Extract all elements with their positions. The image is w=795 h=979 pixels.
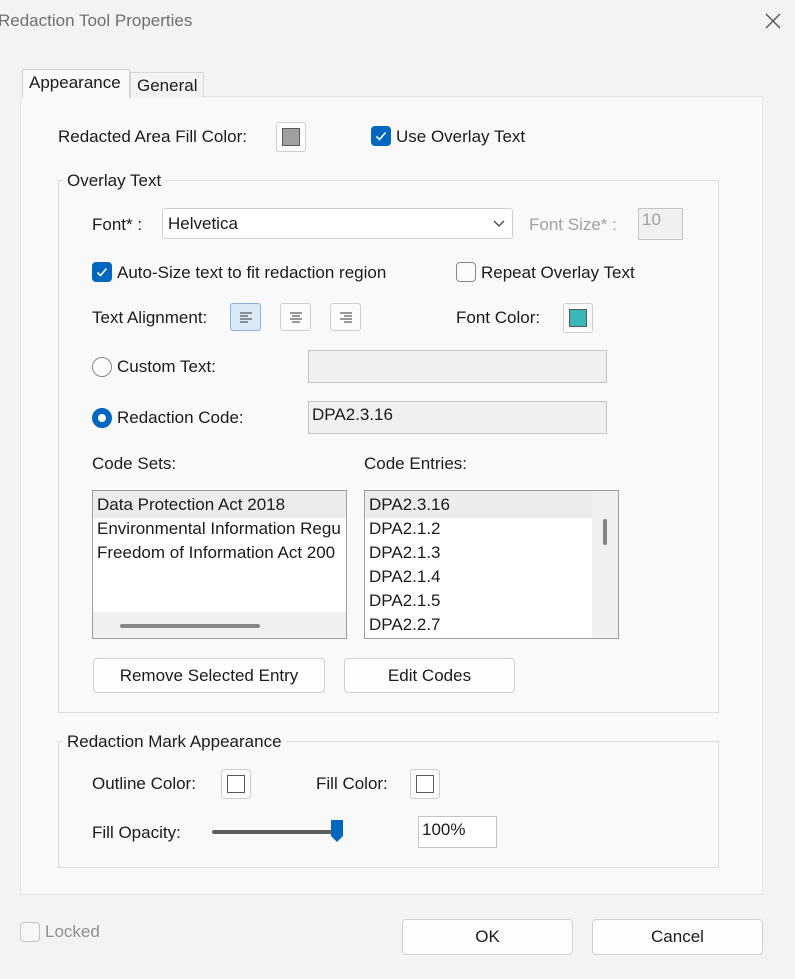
code-entries-label: Code Entries: [364,454,467,473]
custom-text-radio[interactable] [92,357,112,377]
custom-text-label: Custom Text: [117,357,216,376]
remove-selected-entry-button[interactable]: Remove Selected Entry [93,658,325,693]
align-right-button[interactable] [330,303,361,331]
outline-color-swatch [227,775,245,793]
chevron-down-icon [493,220,505,227]
vertical-scrollbar[interactable] [592,491,618,638]
autosize-checkbox[interactable] [92,262,112,282]
font-size-input[interactable]: 10 [638,208,683,240]
horizontal-scrollbar[interactable] [93,612,346,638]
redaction-code-input[interactable]: DPA2.3.16 [308,401,607,434]
align-left-button[interactable] [230,303,261,331]
font-label: Font* : [92,215,143,234]
autosize-label: Auto-Size text to fit redaction region [117,263,387,282]
overlay-text-group-title: Overlay Text [63,171,166,191]
slider-thumb[interactable] [330,819,344,843]
align-center-button[interactable] [280,303,311,331]
code-entries-list[interactable]: DPA2.3.16 DPA2.1.2 DPA2.1.3 DPA2.1.4 DPA… [364,490,619,639]
list-item[interactable]: Freedom of Information Act 200 [97,541,335,565]
align-center-icon [289,312,302,323]
redaction-code-label: Redaction Code: [117,408,244,427]
outline-color-label: Outline Color: [92,774,196,793]
scrollbar-thumb[interactable] [603,519,607,545]
code-sets-label: Code Sets: [92,454,177,473]
list-item[interactable]: DPA2.2.7 [369,613,441,637]
repeat-overlay-checkbox[interactable] [456,262,476,282]
repeat-overlay-label: Repeat Overlay Text [481,263,635,282]
list-item[interactable]: DPA2.1.5 [369,589,441,613]
check-icon [96,267,108,277]
fill-opacity-input[interactable]: 100% [418,816,497,848]
redaction-mark-group [58,741,719,868]
edit-codes-button[interactable]: Edit Codes [344,658,515,693]
font-color-button[interactable] [563,303,593,333]
title-bar: Redaction Tool Properties [0,0,795,44]
tab-appearance[interactable]: Appearance [22,69,130,98]
mark-fill-color-swatch [416,775,434,793]
fill-opacity-label: Fill Opacity: [92,823,181,842]
use-overlay-label: Use Overlay Text [396,127,526,146]
fill-color-swatch [282,128,300,146]
list-item[interactable]: DPA2.1.2 [369,517,441,541]
font-size-label: Font Size* : [529,215,617,234]
slider-track [212,830,332,834]
text-alignment-label: Text Alignment: [92,308,208,327]
font-select[interactable]: Helvetica [162,208,513,239]
tab-general[interactable]: General [130,72,204,98]
fill-color-mark-label: Fill Color: [316,774,388,793]
list-item[interactable]: Data Protection Act 2018 [97,493,285,517]
ok-button[interactable]: OK [402,919,573,955]
scrollbar-thumb[interactable] [120,624,260,628]
list-item[interactable]: Environmental Information Regu [97,517,341,541]
window-title: Redaction Tool Properties [0,11,193,30]
fill-color-button[interactable] [276,122,306,152]
outline-color-button[interactable] [221,769,251,799]
code-sets-list[interactable]: Data Protection Act 2018 Environmental I… [92,490,347,639]
fill-opacity-slider[interactable] [212,819,344,844]
check-icon [375,131,387,141]
locked-label: Locked [45,922,100,941]
use-overlay-checkbox[interactable] [371,126,391,146]
fill-color-label: Redacted Area Fill Color: [58,127,247,146]
redaction-code-radio[interactable] [92,408,112,428]
redaction-mark-group-title: Redaction Mark Appearance [63,732,286,752]
align-right-icon [339,312,352,323]
font-select-value: Helvetica [168,214,238,233]
list-item[interactable]: DPA2.1.4 [369,565,441,589]
custom-text-input[interactable] [308,350,607,383]
close-icon [765,13,781,29]
list-item[interactable]: DPA2.3.16 [369,493,450,517]
locked-checkbox[interactable] [20,922,40,942]
list-item[interactable]: DPA2.1.3 [369,541,441,565]
font-color-label: Font Color: [456,308,541,327]
mark-fill-color-button[interactable] [410,769,440,799]
cancel-button[interactable]: Cancel [592,919,763,955]
close-button[interactable] [760,8,786,34]
align-left-icon [239,312,252,323]
font-color-swatch [569,309,587,327]
